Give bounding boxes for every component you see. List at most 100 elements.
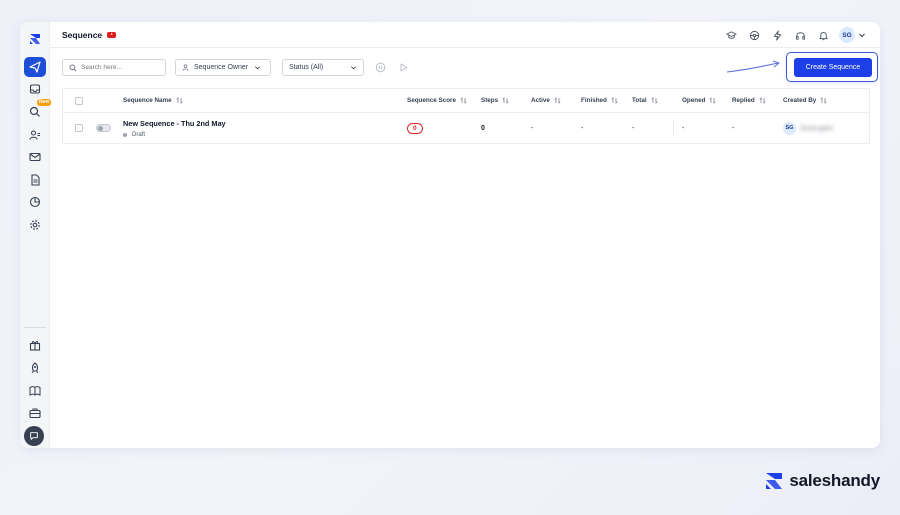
sidebar-item-prospects[interactable] [24, 125, 46, 145]
search-input[interactable] [81, 64, 161, 71]
search-box[interactable] [62, 59, 166, 76]
status-label: Draft [132, 131, 146, 138]
row-toggle-cell [96, 113, 111, 143]
book-icon [29, 386, 41, 396]
graduation-cap-icon [725, 30, 737, 39]
sort-icon[interactable] [651, 97, 658, 104]
column-header-total[interactable]: Total [632, 89, 658, 112]
sidebar-item-sequences[interactable] [24, 57, 46, 77]
search-icon [69, 63, 77, 72]
pause-circle-icon[interactable] [375, 62, 386, 73]
column-header-active[interactable]: Active [531, 89, 561, 112]
user-avatar[interactable]: SG [839, 27, 855, 43]
page-title: Sequence [62, 29, 103, 40]
steps-value: 0 [481, 124, 485, 132]
sequence-owner-label: Sequence Owner [194, 64, 249, 71]
create-sequence-button[interactable]: Create Sequence [794, 58, 872, 77]
sidebar-chat-button[interactable] [24, 426, 44, 446]
sidebar-item-inbox[interactable] [24, 79, 46, 99]
column-header-steps[interactable]: Steps [481, 89, 509, 112]
chevron-down-icon [351, 66, 356, 70]
sort-icon[interactable] [759, 97, 766, 104]
header-actions: SG [716, 27, 866, 43]
sequence-name-link[interactable]: New Sequence - Thu 2nd May [123, 119, 226, 128]
sort-icon[interactable] [502, 97, 509, 104]
sort-icon[interactable] [176, 97, 183, 104]
status-filter-label: Status (All) [289, 64, 324, 71]
creator-avatar: SG [783, 121, 796, 135]
youtube-icon[interactable] [107, 31, 117, 38]
gear-icon [30, 220, 40, 230]
sidebar-item-lead-finder[interactable]: New [24, 99, 52, 122]
column-header-label: Replied [732, 97, 755, 104]
sidebar-item-templates[interactable] [24, 170, 46, 190]
column-header-created-by[interactable]: Created By [783, 89, 827, 112]
sequence-score-badge[interactable]: 0 [407, 122, 423, 134]
column-header-sequence-score[interactable]: Sequence Score [407, 89, 467, 112]
chat-icon [30, 432, 38, 440]
play-icon[interactable] [398, 62, 409, 73]
mail-icon [29, 152, 41, 162]
creator-name: Sonia gaint [800, 124, 833, 132]
column-header-sequence-name[interactable]: Sequence Name [123, 89, 183, 112]
column-header-label: Opened [682, 97, 706, 104]
users-icon [29, 130, 40, 140]
lightning-icon [773, 29, 781, 41]
chevron-down-icon[interactable] [858, 31, 866, 39]
column-header-label: Active [531, 97, 550, 104]
academy-button[interactable] [723, 27, 739, 43]
sidebar-item-settings[interactable] [24, 215, 46, 235]
column-divider [673, 120, 674, 135]
briefcase-icon [29, 408, 41, 419]
sidebar-item-email-accounts[interactable] [24, 147, 46, 167]
sidebar-item-gift[interactable] [24, 335, 46, 355]
table-header: Sequence Name Sequence Score Steps Activ… [63, 89, 869, 113]
support-button[interactable] [792, 27, 808, 43]
column-header-label: Steps [481, 97, 499, 104]
active-value: - [531, 124, 534, 132]
sidebar-item-growth[interactable] [24, 358, 46, 378]
column-header-finished[interactable]: Finished [581, 89, 618, 112]
select-all-checkbox[interactable] [75, 96, 83, 105]
user-icon [182, 64, 189, 71]
status-dot [123, 132, 127, 137]
replied-cell: - [732, 113, 734, 143]
sequence-score-cell: 0 [407, 113, 423, 143]
saleshandy-logo-icon[interactable] [27, 31, 43, 47]
pie-chart-icon [29, 196, 41, 208]
sort-icon[interactable] [820, 97, 827, 104]
sidebar-item-reports[interactable] [24, 192, 46, 212]
table-row[interactable]: New Sequence - Thu 2nd May Draft 0 0 - - [63, 113, 869, 143]
sidebar: New [20, 22, 52, 448]
column-header-label: Sequence Name [123, 97, 172, 104]
create-sequence-highlight: Create Sequence [786, 52, 878, 82]
pointer-arrow-icon [726, 60, 780, 73]
sequence-owner-filter[interactable]: Sequence Owner [175, 59, 271, 76]
whats-new-button[interactable] [769, 27, 785, 43]
sort-icon[interactable] [709, 97, 716, 104]
send-icon [29, 61, 41, 73]
main-content: Sequence SG Search here... Sequence Owne… [50, 22, 880, 448]
integrations-button[interactable] [746, 27, 762, 43]
sidebar-item-agency[interactable] [24, 403, 46, 423]
row-checkbox[interactable] [75, 124, 83, 132]
sort-icon[interactable] [554, 97, 561, 104]
total-cell: - [632, 113, 634, 143]
search-icon [29, 106, 40, 117]
column-header-label: Sequence Score [407, 97, 456, 104]
sequence-active-toggle[interactable] [96, 124, 111, 132]
sidebar-divider [24, 327, 46, 328]
finished-cell: - [581, 113, 583, 143]
column-header-replied[interactable]: Replied [732, 89, 766, 112]
opened-value: - [682, 124, 685, 132]
sequence-status: Draft [123, 132, 145, 138]
sort-icon[interactable] [611, 97, 618, 104]
status-filter[interactable]: Status (All) [282, 59, 364, 76]
notifications-button[interactable] [815, 27, 831, 43]
chevron-down-icon [255, 66, 261, 70]
inbox-icon [29, 84, 41, 94]
sidebar-item-guides[interactable] [24, 381, 46, 401]
sort-icon[interactable] [460, 97, 467, 104]
column-header-opened[interactable]: Opened [682, 89, 716, 112]
replied-value: - [732, 124, 735, 132]
